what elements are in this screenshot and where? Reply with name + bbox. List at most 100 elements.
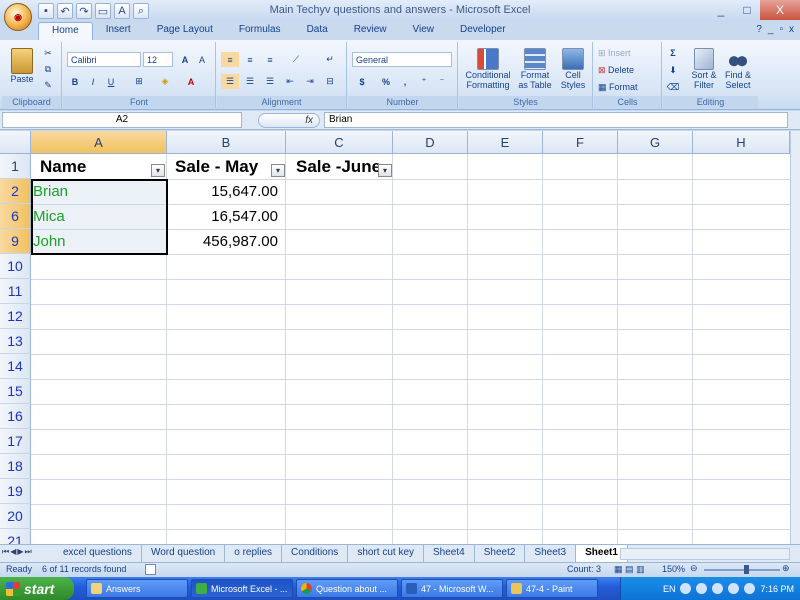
format-cells-button[interactable]: ▦ Format	[598, 80, 658, 94]
orientation-icon[interactable]: ⟋	[285, 52, 307, 67]
row-header[interactable]: 12	[0, 304, 31, 329]
taskbar-item[interactable]: Question about ...	[296, 579, 398, 598]
last-sheet-icon[interactable]: ⏭	[25, 547, 32, 557]
bold-button[interactable]: B	[67, 74, 83, 89]
volume-icon[interactable]	[712, 583, 724, 594]
row-header[interactable]: 20	[0, 504, 31, 529]
decrease-indent-icon[interactable]: ⇤	[281, 74, 299, 89]
language-indicator[interactable]: EN	[663, 584, 676, 594]
row-header[interactable]: 13	[0, 329, 31, 354]
font-color-button-icon[interactable]: A	[181, 74, 201, 89]
page-layout-view-icon[interactable]: ▤	[625, 564, 634, 574]
number-format-select[interactable]: General	[352, 52, 452, 67]
conditional-formatting-button[interactable]: Conditional Formatting	[461, 44, 515, 94]
tab-formulas[interactable]: Formulas	[226, 22, 294, 40]
taskbar-item[interactable]: Answers	[86, 579, 188, 598]
copy-icon[interactable]: ⧉	[40, 62, 56, 76]
merge-center-icon[interactable]: ⊟	[321, 74, 339, 89]
font-name-select[interactable]: Calibri	[67, 52, 141, 67]
cell-a2[interactable]: Brian	[33, 179, 163, 204]
comma-icon[interactable]: ,	[398, 74, 412, 89]
zoom-slider[interactable]	[704, 569, 780, 571]
first-sheet-icon[interactable]: ⏮	[2, 547, 9, 557]
tab-insert[interactable]: Insert	[93, 22, 144, 40]
column-header-h[interactable]: H	[693, 131, 790, 154]
row-header[interactable]: 9	[0, 229, 31, 254]
security-icon[interactable]	[728, 583, 740, 594]
format-painter-icon[interactable]: ✎	[40, 78, 56, 92]
align-center-icon[interactable]: ☰	[241, 74, 259, 89]
find-select-button[interactable]: Find & Select	[721, 44, 755, 94]
macro-record-icon[interactable]	[145, 564, 156, 575]
normal-view-icon[interactable]: ▦	[614, 564, 623, 574]
ribbon-close-icon[interactable]: x	[789, 24, 794, 35]
align-left-icon[interactable]: ☰	[221, 74, 239, 89]
row-header[interactable]: 10	[0, 254, 31, 279]
column-header-c[interactable]: C	[286, 131, 393, 154]
delete-cells-button[interactable]: ⊠ Delete	[598, 63, 658, 77]
tab-developer[interactable]: Developer	[447, 22, 519, 40]
name-box[interactable]: A2	[2, 112, 242, 128]
borders-icon[interactable]: ⊞	[129, 74, 149, 89]
column-header-e[interactable]: E	[468, 131, 543, 154]
sheet-tab[interactable]: Sheet4	[424, 545, 475, 562]
sheet-tab[interactable]: Sheet2	[475, 545, 526, 562]
formula-input[interactable]: Brian	[324, 112, 788, 128]
sheet-tab[interactable]: Word question	[142, 545, 226, 562]
row-header[interactable]: 16	[0, 404, 31, 429]
decrease-decimal-icon[interactable]: ⁻	[434, 74, 450, 89]
filter-dropdown-icon[interactable]: ▾	[151, 164, 165, 177]
paste-button[interactable]: Paste	[6, 44, 38, 88]
column-header-d[interactable]: D	[393, 131, 468, 154]
cell-b6[interactable]: 16,547.00	[167, 204, 286, 229]
row-header[interactable]: 21	[0, 529, 31, 544]
row-header[interactable]: 14	[0, 354, 31, 379]
next-sheet-icon[interactable]: ▶	[17, 547, 23, 557]
font-size-select[interactable]: 12	[143, 52, 173, 67]
row-header[interactable]: 15	[0, 379, 31, 404]
filter-active-icon[interactable]: ▾	[378, 164, 392, 177]
sheet-tab[interactable]: Conditions	[282, 545, 349, 562]
cell-a6[interactable]: Mica	[33, 204, 163, 229]
row-header[interactable]: 11	[0, 279, 31, 304]
row-header[interactable]: 1	[0, 154, 31, 179]
sheet-tab[interactable]: o replies	[225, 545, 283, 562]
zoom-out-icon[interactable]: ⊖	[690, 563, 698, 574]
wrap-text-icon[interactable]: ↵	[321, 52, 339, 67]
cell-b1[interactable]: Sale - May	[175, 154, 271, 179]
align-top-icon[interactable]: ≡	[221, 52, 239, 67]
tab-review[interactable]: Review	[341, 22, 400, 40]
help-tray-icon[interactable]	[680, 583, 692, 594]
page-break-view-icon[interactable]: ▥	[636, 564, 645, 574]
format-as-table-button[interactable]: Format as Table	[515, 44, 555, 94]
cell-b9[interactable]: 456,987.00	[167, 229, 286, 254]
update-icon[interactable]	[744, 583, 756, 594]
worksheet-grid[interactable]: A B C D E F G H 1 2 6 9 10 11 12 13 14 1…	[0, 131, 790, 544]
currency-icon[interactable]: $	[352, 74, 372, 89]
align-right-icon[interactable]: ☰	[261, 74, 279, 89]
taskbar-item[interactable]: 47-4 - Paint	[506, 579, 598, 598]
insert-cells-button[interactable]: ⊞ Insert	[598, 46, 658, 60]
maximize-button[interactable]: □	[734, 0, 760, 20]
zoom-in-icon[interactable]: ⊕	[782, 563, 790, 574]
row-header[interactable]: 2	[0, 179, 31, 204]
fill-icon[interactable]: ⬇	[665, 63, 681, 77]
sheet-tab[interactable]: Sheet3	[525, 545, 577, 562]
column-header-f[interactable]: F	[543, 131, 618, 154]
vertical-scrollbar[interactable]	[790, 131, 800, 544]
prev-sheet-icon[interactable]: ◀	[10, 547, 16, 557]
zoom-level[interactable]: 150%	[662, 564, 685, 574]
cell-a1[interactable]: Name	[40, 154, 150, 179]
cell-b2[interactable]: 15,647.00	[167, 179, 286, 204]
taskbar-item-active[interactable]: Microsoft Excel - ...	[191, 579, 293, 598]
tab-view[interactable]: View	[399, 22, 447, 40]
horizontal-scrollbar[interactable]	[620, 548, 790, 560]
row-header[interactable]: 17	[0, 429, 31, 454]
sort-filter-button[interactable]: Sort & Filter	[687, 44, 721, 94]
insert-function-button[interactable]: fx	[258, 113, 320, 128]
ribbon-restore-icon[interactable]: ▫	[779, 24, 783, 35]
align-bottom-icon[interactable]: ≡	[261, 52, 279, 67]
cell-a9[interactable]: John	[33, 229, 163, 254]
column-header-g[interactable]: G	[618, 131, 693, 154]
ribbon-minimize-icon[interactable]: _	[768, 24, 774, 35]
